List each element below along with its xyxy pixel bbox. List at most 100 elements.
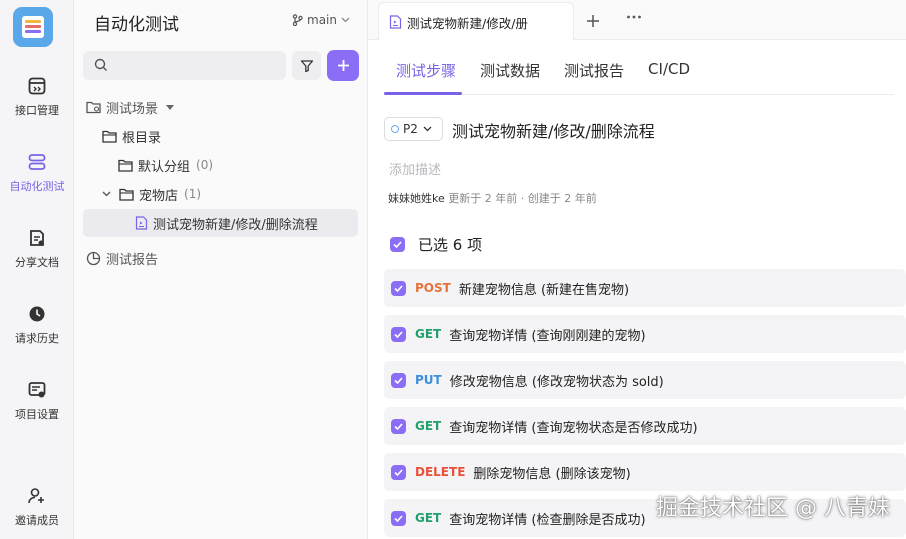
tree-root[interactable]: 根目录: [102, 123, 161, 149]
app-logo[interactable]: [13, 7, 53, 47]
subtab-data[interactable]: 测试数据: [480, 52, 540, 94]
tree-case-label: 测试宠物新建/修改/删除流程: [153, 217, 318, 233]
step-row[interactable]: GET 查询宠物详情 (查询刚刚建的宠物): [384, 315, 906, 353]
check-icon: [394, 330, 403, 338]
step-checkbox[interactable]: [391, 280, 406, 296]
check-icon: [394, 376, 403, 384]
rail-label: 接口管理: [15, 104, 59, 117]
left-rail: 接口管理 自动化测试 分享文档 请求历史 项目设置 邀请成员: [0, 0, 74, 539]
main-panel: 测试宠物新建/修改/册 测试步骤 测试数据 测试报告 CI/CD P2 测试宠物…: [368, 0, 906, 539]
subtab-active-indicator: [384, 92, 462, 95]
priority-select[interactable]: P2: [384, 117, 443, 141]
subtab-steps[interactable]: 测试步骤: [396, 52, 456, 94]
search-input[interactable]: [113, 51, 278, 80]
step-row[interactable]: GET 查询宠物详情 (查询宠物状态是否修改成功): [384, 407, 906, 445]
tree-default-group-label: 默认分组: [138, 159, 191, 175]
tree-pet-store[interactable]: 宠物店 (1): [102, 181, 201, 207]
step-row[interactable]: PUT 修改宠物信息 (修改宠物状态为 sold): [384, 361, 906, 399]
selected-count-label: 已选 6 项: [418, 236, 483, 254]
pie-chart-icon: [86, 251, 101, 265]
step-label: 查询宠物详情 (查询宠物状态是否修改成功): [449, 420, 698, 436]
rail-label: 自动化测试: [9, 180, 65, 193]
api-icon: [26, 75, 48, 97]
http-method-badge: DELETE: [415, 465, 466, 479]
folder-scene-icon: [86, 101, 101, 114]
rail-label: 项目设置: [15, 408, 59, 421]
step-row[interactable]: POST 新建宠物信息 (新建在售宠物): [384, 269, 906, 307]
tree-reports[interactable]: 测试报告: [86, 245, 158, 271]
tree-reports-label: 测试报告: [106, 252, 159, 268]
http-method-badge: GET: [415, 419, 442, 433]
plus-icon: [337, 60, 349, 71]
priority-dot-icon: [391, 125, 399, 133]
tab-test-case[interactable]: 测试宠物新建/修改/册: [378, 2, 574, 41]
rail-label: 邀请成员: [15, 514, 59, 527]
chevron-down-icon: [423, 126, 432, 132]
test-case-icon: [389, 15, 402, 29]
step-checkbox[interactable]: [391, 464, 406, 480]
http-method-badge: PUT: [415, 373, 442, 387]
tree-scenes[interactable]: 测试场景: [86, 94, 179, 120]
step-label: 新建宠物信息 (新建在售宠物): [458, 282, 630, 298]
case-meta: 妹妹她姓ke 更新于 2 年前 · 创建于 2 年前: [388, 190, 597, 206]
tab-bar: 测试宠物新建/修改/册: [368, 0, 906, 41]
tree-case[interactable]: 测试宠物新建/修改/删除流程: [135, 210, 318, 236]
folder-icon: [119, 188, 134, 201]
http-method-badge: GET: [415, 511, 442, 525]
invite-icon: [26, 485, 48, 507]
automation-icon: [26, 151, 48, 173]
tree-scenes-label: 测试场景: [106, 101, 159, 117]
step-checkbox[interactable]: [391, 418, 406, 434]
folder-icon: [118, 159, 133, 172]
book-icon: [22, 16, 44, 38]
caret-down-icon: [166, 104, 175, 110]
step-row[interactable]: DELETE 删除宠物信息 (删除该宠物): [384, 453, 906, 491]
select-all-checkbox[interactable]: [390, 237, 405, 252]
branch-selector[interactable]: main: [292, 13, 350, 27]
meta-separator: ·: [520, 192, 525, 205]
check-icon: [394, 514, 403, 522]
rail-item-api[interactable]: 接口管理: [0, 75, 74, 118]
search-box: [83, 51, 286, 80]
tree-root-label: 根目录: [122, 130, 162, 146]
check-icon: [394, 284, 403, 292]
step-checkbox[interactable]: [391, 326, 406, 342]
step-label: 查询宠物详情 (检查删除是否成功): [449, 512, 646, 528]
watermark: 掘金技术社区 @ 八青妹: [656, 496, 890, 521]
tab-label: 测试宠物新建/修改/册: [407, 15, 528, 31]
chevron-down-icon: [102, 191, 111, 197]
select-all-row[interactable]: 已选 6 项: [390, 234, 482, 255]
rail-label: 分享文档: [15, 256, 59, 269]
case-title[interactable]: 测试宠物新建/修改/删除流程: [452, 118, 655, 142]
step-label: 查询宠物详情 (查询刚刚建的宠物): [449, 328, 646, 344]
rail-item-settings[interactable]: 项目设置: [0, 379, 74, 422]
rail-item-history[interactable]: 请求历史: [0, 303, 74, 346]
rail-item-share-doc[interactable]: 分享文档: [0, 227, 74, 270]
http-method-badge: POST: [415, 281, 451, 295]
tree-count: (0): [196, 158, 214, 172]
description-placeholder[interactable]: 添加描述: [389, 159, 441, 178]
step-checkbox[interactable]: [391, 372, 406, 388]
subtab-cicd[interactable]: CI/CD: [648, 52, 690, 94]
test-case-icon: [135, 216, 148, 230]
add-button[interactable]: [327, 50, 359, 81]
step-label: 修改宠物信息 (修改宠物状态为 sold): [449, 374, 664, 390]
new-tab-button[interactable]: [586, 9, 600, 33]
filter-button[interactable]: [292, 51, 321, 80]
share-doc-icon: [26, 227, 48, 249]
history-icon: [26, 303, 48, 325]
step-checkbox[interactable]: [391, 510, 406, 526]
subtab-bar: 测试步骤 测试数据 测试报告 CI/CD: [384, 52, 690, 94]
tree-pet-store-label: 宠物店: [139, 188, 179, 204]
author-name: 妹妹她姓ke: [388, 192, 445, 205]
more-button[interactable]: [626, 9, 642, 28]
chevron-down-icon: [341, 17, 350, 23]
subtab-reports[interactable]: 测试报告: [564, 52, 624, 94]
rail-item-automation[interactable]: 自动化测试: [0, 151, 74, 194]
search-icon: [94, 58, 107, 71]
tree-default-group[interactable]: 默认分组 (0): [118, 152, 213, 178]
check-icon: [394, 422, 403, 430]
plus-icon: [587, 15, 599, 27]
rail-item-invite[interactable]: 邀请成员: [0, 485, 74, 528]
more-icon: [627, 15, 641, 19]
